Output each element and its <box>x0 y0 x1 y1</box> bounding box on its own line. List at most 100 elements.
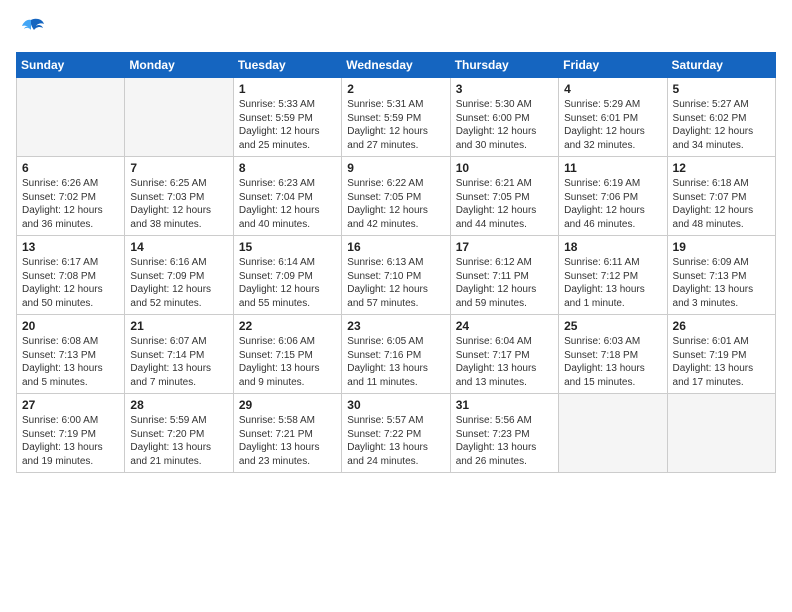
day-number: 7 <box>130 161 227 175</box>
day-number: 1 <box>239 82 336 96</box>
calendar-cell: 2Sunrise: 5:31 AM Sunset: 5:59 PM Daylig… <box>342 78 450 157</box>
calendar-cell: 1Sunrise: 5:33 AM Sunset: 5:59 PM Daylig… <box>233 78 341 157</box>
day-number: 10 <box>456 161 553 175</box>
calendar-cell: 20 Sunrise: 6:08 AM Sunset: 7:13 PM Dayli… <box>17 315 125 394</box>
day-number: 29 <box>239 398 336 412</box>
day-number: 11 <box>564 161 661 175</box>
day-number: 17 <box>456 240 553 254</box>
day-number: 6 <box>22 161 119 175</box>
day-number: 30 <box>347 398 444 412</box>
column-header-tuesday: Tuesday <box>233 53 341 78</box>
calendar-cell <box>17 78 125 157</box>
day-info: Sunrise: 6:07 AM Sunset: 7:14 PM Dayligh… <box>130 335 227 389</box>
day-number: 26 <box>673 319 770 333</box>
calendar-cell: 9Sunrise: 6:22 AM Sunset: 7:05 PM Daylig… <box>342 157 450 236</box>
day-number: 4 <box>564 82 661 96</box>
calendar-body: 1Sunrise: 5:33 AM Sunset: 5:59 PM Daylig… <box>17 78 776 473</box>
day-number: 13 <box>22 240 119 254</box>
calendar-cell <box>667 394 775 473</box>
day-number: 15 <box>239 240 336 254</box>
calendar-cell: 5Sunrise: 5:27 AM Sunset: 6:02 PM Daylig… <box>667 78 775 157</box>
day-number: 22 <box>239 319 336 333</box>
week-row-2: 6 Sunrise: 6:26 AM Sunset: 7:02 PM Daylig… <box>17 157 776 236</box>
calendar-table: SundayMondayTuesdayWednesdayThursdayFrid… <box>16 52 776 473</box>
calendar-cell: 31 Sunrise: 5:56 AM Sunset: 7:23 PM Dayli… <box>450 394 558 473</box>
day-info: Sunrise: 6:21 AM Sunset: 7:05 PM Dayligh… <box>456 177 553 231</box>
calendar-cell: 26 Sunrise: 6:01 AM Sunset: 7:19 PM Dayli… <box>667 315 775 394</box>
calendar-cell: 6 Sunrise: 6:26 AM Sunset: 7:02 PM Daylig… <box>17 157 125 236</box>
calendar-cell: 11 Sunrise: 6:19 AM Sunset: 7:06 PM Dayli… <box>559 157 667 236</box>
day-number: 31 <box>456 398 553 412</box>
day-number: 28 <box>130 398 227 412</box>
week-row-5: 27 Sunrise: 6:00 AM Sunset: 7:19 PM Dayli… <box>17 394 776 473</box>
page-header <box>16 16 776 44</box>
week-row-4: 20 Sunrise: 6:08 AM Sunset: 7:13 PM Dayli… <box>17 315 776 394</box>
day-info: Sunrise: 5:29 AM Sunset: 6:01 PM Dayligh… <box>564 98 661 152</box>
calendar-cell: 8 Sunrise: 6:23 AM Sunset: 7:04 PM Daylig… <box>233 157 341 236</box>
day-info: Sunrise: 6:25 AM Sunset: 7:03 PM Dayligh… <box>130 177 227 231</box>
day-info: Sunrise: 5:30 AM Sunset: 6:00 PM Dayligh… <box>456 98 553 152</box>
day-info: Sunrise: 5:59 AM Sunset: 7:20 PM Dayligh… <box>130 414 227 468</box>
day-number: 23 <box>347 319 444 333</box>
day-number: 25 <box>564 319 661 333</box>
calendar-cell: 7 Sunrise: 6:25 AM Sunset: 7:03 PM Daylig… <box>125 157 233 236</box>
day-info: Sunrise: 5:58 AM Sunset: 7:21 PM Dayligh… <box>239 414 336 468</box>
calendar-cell: 25 Sunrise: 6:03 AM Sunset: 7:18 PM Dayli… <box>559 315 667 394</box>
calendar-cell <box>559 394 667 473</box>
calendar-cell: 3 Sunrise: 5:30 AM Sunset: 6:00 PM Daylig… <box>450 78 558 157</box>
day-info: Sunrise: 6:13 AM Sunset: 7:10 PM Dayligh… <box>347 256 444 310</box>
week-row-1: 1Sunrise: 5:33 AM Sunset: 5:59 PM Daylig… <box>17 78 776 157</box>
day-number: 21 <box>130 319 227 333</box>
calendar-cell: 19Sunrise: 6:09 AM Sunset: 7:13 PM Dayli… <box>667 236 775 315</box>
day-info: Sunrise: 6:08 AM Sunset: 7:13 PM Dayligh… <box>22 335 119 389</box>
day-info: Sunrise: 6:00 AM Sunset: 7:19 PM Dayligh… <box>22 414 119 468</box>
day-number: 18 <box>564 240 661 254</box>
day-number: 8 <box>239 161 336 175</box>
calendar-cell: 4 Sunrise: 5:29 AM Sunset: 6:01 PM Daylig… <box>559 78 667 157</box>
day-info: Sunrise: 6:06 AM Sunset: 7:15 PM Dayligh… <box>239 335 336 389</box>
logo-bird-icon <box>16 16 46 44</box>
header-row: SundayMondayTuesdayWednesdayThursdayFrid… <box>17 53 776 78</box>
day-number: 5 <box>673 82 770 96</box>
day-number: 14 <box>130 240 227 254</box>
day-number: 19 <box>673 240 770 254</box>
calendar-cell <box>125 78 233 157</box>
calendar-cell: 14 Sunrise: 6:16 AM Sunset: 7:09 PM Dayli… <box>125 236 233 315</box>
day-number: 12 <box>673 161 770 175</box>
logo <box>16 16 50 44</box>
day-info: Sunrise: 6:26 AM Sunset: 7:02 PM Dayligh… <box>22 177 119 231</box>
calendar-cell: 22 Sunrise: 6:06 AM Sunset: 7:15 PM Dayli… <box>233 315 341 394</box>
day-info: Sunrise: 6:16 AM Sunset: 7:09 PM Dayligh… <box>130 256 227 310</box>
day-info: Sunrise: 6:04 AM Sunset: 7:17 PM Dayligh… <box>456 335 553 389</box>
calendar-cell: 30Sunrise: 5:57 AM Sunset: 7:22 PM Dayli… <box>342 394 450 473</box>
day-info: Sunrise: 6:03 AM Sunset: 7:18 PM Dayligh… <box>564 335 661 389</box>
calendar-cell: 10 Sunrise: 6:21 AM Sunset: 7:05 PM Dayli… <box>450 157 558 236</box>
day-number: 3 <box>456 82 553 96</box>
calendar-cell: 27 Sunrise: 6:00 AM Sunset: 7:19 PM Dayli… <box>17 394 125 473</box>
calendar-cell: 18Sunrise: 6:11 AM Sunset: 7:12 PM Dayli… <box>559 236 667 315</box>
week-row-3: 13 Sunrise: 6:17 AM Sunset: 7:08 PM Dayli… <box>17 236 776 315</box>
day-info: Sunrise: 6:01 AM Sunset: 7:19 PM Dayligh… <box>673 335 770 389</box>
day-info: Sunrise: 6:17 AM Sunset: 7:08 PM Dayligh… <box>22 256 119 310</box>
calendar-cell: 24Sunrise: 6:04 AM Sunset: 7:17 PM Dayli… <box>450 315 558 394</box>
day-number: 9 <box>347 161 444 175</box>
calendar-cell: 15 Sunrise: 6:14 AM Sunset: 7:09 PM Dayli… <box>233 236 341 315</box>
day-info: Sunrise: 6:19 AM Sunset: 7:06 PM Dayligh… <box>564 177 661 231</box>
day-info: Sunrise: 6:05 AM Sunset: 7:16 PM Dayligh… <box>347 335 444 389</box>
column-header-friday: Friday <box>559 53 667 78</box>
day-info: Sunrise: 6:14 AM Sunset: 7:09 PM Dayligh… <box>239 256 336 310</box>
column-header-monday: Monday <box>125 53 233 78</box>
day-info: Sunrise: 6:18 AM Sunset: 7:07 PM Dayligh… <box>673 177 770 231</box>
day-number: 27 <box>22 398 119 412</box>
day-number: 2 <box>347 82 444 96</box>
calendar-cell: 16 Sunrise: 6:13 AM Sunset: 7:10 PM Dayli… <box>342 236 450 315</box>
day-info: Sunrise: 5:56 AM Sunset: 7:23 PM Dayligh… <box>456 414 553 468</box>
day-number: 16 <box>347 240 444 254</box>
calendar-cell: 23 Sunrise: 6:05 AM Sunset: 7:16 PM Dayli… <box>342 315 450 394</box>
day-number: 20 <box>22 319 119 333</box>
calendar-header: SundayMondayTuesdayWednesdayThursdayFrid… <box>17 53 776 78</box>
calendar-cell: 12 Sunrise: 6:18 AM Sunset: 7:07 PM Dayli… <box>667 157 775 236</box>
day-info: Sunrise: 6:12 AM Sunset: 7:11 PM Dayligh… <box>456 256 553 310</box>
day-info: Sunrise: 6:23 AM Sunset: 7:04 PM Dayligh… <box>239 177 336 231</box>
calendar-cell: 28 Sunrise: 5:59 AM Sunset: 7:20 PM Dayli… <box>125 394 233 473</box>
